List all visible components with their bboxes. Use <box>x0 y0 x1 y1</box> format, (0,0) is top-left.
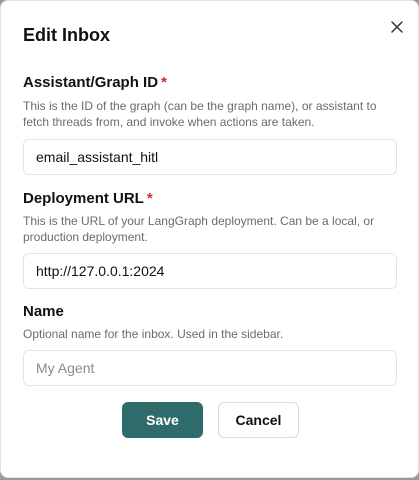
edit-inbox-dialog: Edit Inbox Assistant/Graph ID * This is t… <box>0 0 419 478</box>
assistant-id-label-text: Assistant/Graph ID <box>23 74 159 91</box>
save-button[interactable]: Save <box>122 402 203 438</box>
name-label-text: Name <box>23 303 64 320</box>
assistant-id-label: Assistant/Graph ID * <box>23 74 167 92</box>
deployment-url-input[interactable] <box>23 253 397 289</box>
cancel-button[interactable]: Cancel <box>218 402 299 438</box>
name-label: Name <box>23 303 64 321</box>
close-button[interactable] <box>385 15 409 39</box>
assistant-id-help: This is the ID of the graph (can be the … <box>23 99 377 129</box>
deployment-url-help: This is the URL of your LangGraph deploy… <box>23 214 375 244</box>
assistant-id-input[interactable] <box>23 139 397 175</box>
dialog-title: Edit Inbox <box>23 25 110 45</box>
name-input[interactable] <box>23 350 397 386</box>
deployment-url-label-text: Deployment URL <box>23 190 144 207</box>
close-icon <box>391 21 403 33</box>
name-help: Optional name for the inbox. Used in the… <box>23 327 284 341</box>
required-mark: * <box>161 74 167 91</box>
required-mark: * <box>146 190 153 207</box>
deployment-url-label: Deployment URL * <box>23 190 153 208</box>
